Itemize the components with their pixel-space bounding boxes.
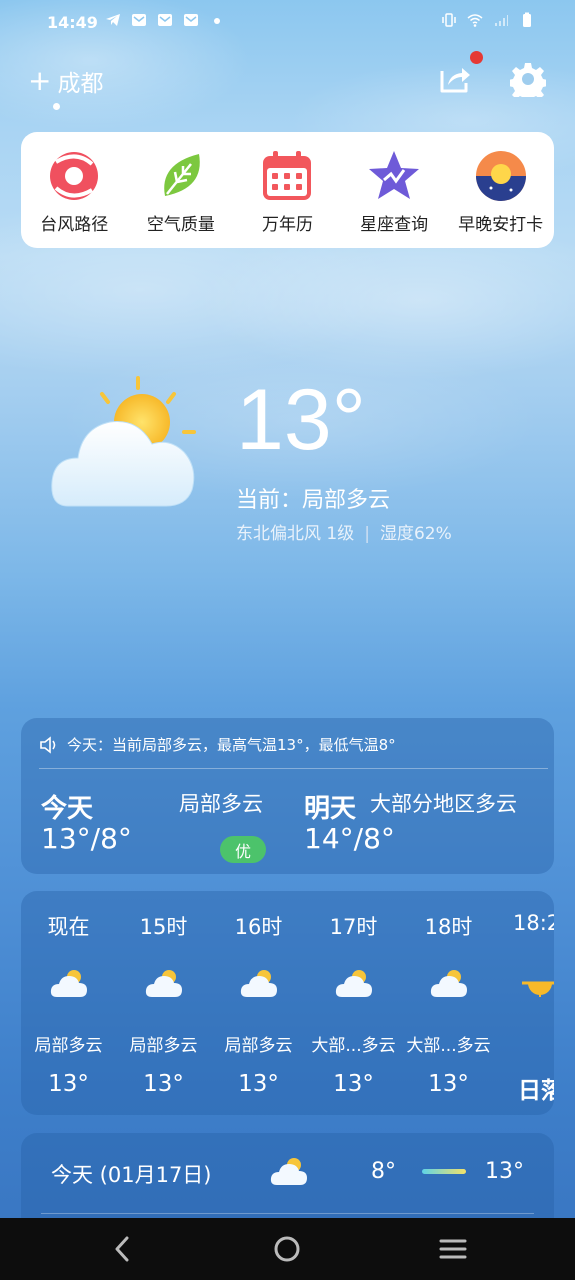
quick-link-calendar[interactable]: 万年历 [234,148,340,235]
forecast-summary-card[interactable]: 今天：当前局部多云，最高气温13°，最低气温8° 今天 13°/8° 局部多云 … [21,718,554,874]
hour-condition: 局部多云 [224,1036,293,1056]
dot-icon [214,18,220,24]
announcement-text: 今天：当前局部多云，最高气温13°，最低气温8° [67,736,396,754]
divider: | [364,524,370,544]
hour-condition: 大部...多云 [406,1036,491,1056]
humidity-text: 湿度62% [379,524,452,544]
hour-time: 17时 [329,915,378,939]
divider [39,768,548,769]
temperature-range-bar [422,1169,466,1174]
vibrate-icon [442,13,456,27]
partly-cloudy-icon [240,970,277,997]
menu-icon[interactable] [438,1234,468,1264]
partly-cloudy-icon [145,970,182,997]
sunrise-icon [475,151,526,201]
city-selector[interactable]: + 成都 [28,64,103,98]
wifi-icon [467,14,483,27]
today-condition: 局部多云 [179,792,263,816]
partly-cloudy-icon [270,1158,307,1185]
status-time: 14:49 [47,13,98,32]
navigation-bar [0,1218,575,1280]
quick-link-label: 万年历 [261,215,313,235]
tomorrow-label: 明天 [304,794,357,824]
add-city-icon[interactable]: + [28,67,51,95]
hourly-forecast-card[interactable]: 现在 局部多云 13° 15时 局部多云 13° 16时 局部多云 13° 17… [21,891,554,1115]
gear-icon[interactable] [510,61,546,97]
sunset-icon [522,981,554,997]
hour-time: 18时 [424,915,473,939]
daily-low: 8° [371,1159,396,1184]
daily-date: 今天 (01月17日) [51,1163,212,1187]
today-label: 今天 [41,794,94,824]
page-indicator-dot [53,103,60,110]
back-icon[interactable] [107,1234,137,1264]
hour-temp: 13° [238,1071,279,1097]
hour-temp: 13° [333,1071,374,1097]
wind-text: 东北偏北风 1级 [236,524,355,544]
speaker-icon[interactable] [39,735,59,754]
partly-cloudy-icon [430,970,467,997]
signal-icon [495,15,508,26]
hour-time: 16时 [234,915,283,939]
quick-link-label: 台风路径 [40,215,109,235]
city-name: 成都 [57,71,104,97]
hour-condition: 大部...多云 [311,1036,396,1056]
tomorrow-range: 14°/8° [304,822,395,855]
quick-link-air-quality[interactable]: 空气质量 [128,148,234,235]
wind-humidity: 东北偏北风 1级 | 湿度62% [236,519,452,544]
quick-links-card: 台风路径 空气质量 万年历 星座查询 早晚安打卡 [21,132,554,248]
hour-time: 现在 [47,915,90,939]
divider [41,1213,534,1214]
hour-condition: 局部多云 [34,1036,103,1056]
quick-link-label: 星座查询 [360,215,429,235]
partly-cloudy-icon [51,376,196,507]
hour-time: 15时 [139,915,188,939]
daily-high: 13° [485,1159,524,1184]
tomorrow-condition: 大部分地区多云 [370,792,517,816]
hour-temp: 13° [428,1071,469,1097]
today-range: 13°/8° [41,822,132,855]
telegram-icon [106,14,120,26]
current-condition: 当前：局部多云 [236,488,391,513]
aqi-badge: 优 [220,836,266,863]
hour-temp: 13° [143,1071,184,1097]
home-icon[interactable] [272,1234,302,1264]
quick-link-label: 早晚安打卡 [458,215,544,235]
partly-cloudy-icon [335,970,372,997]
quick-link-typhoon[interactable]: 台风路径 [21,148,127,235]
typhoon-icon [50,152,99,200]
quick-link-label: 空气质量 [146,215,215,235]
hour-condition: 局部多云 [129,1036,198,1056]
notification-badge [470,51,483,64]
mail-icon [184,14,198,26]
star-icon [369,151,420,199]
quick-link-horoscope[interactable]: 星座查询 [341,148,447,235]
share-icon[interactable] [436,61,472,97]
mail-icon [158,14,172,26]
battery-icon [523,12,531,27]
quick-link-checkin[interactable]: 早晚安打卡 [448,148,554,235]
status-bar: 14:49 [0,0,575,46]
mail-icon [132,14,146,26]
current-temperature: 13° [236,372,367,468]
hour-temp: 日落 [518,1078,554,1104]
sky-background [0,0,575,700]
calendar-icon [263,151,312,200]
hour-time: 18:2 [513,911,554,935]
voice-announcement[interactable]: 今天：当前局部多云，最高气温13°，最低气温8° [39,734,396,755]
hour-temp: 13° [48,1071,89,1097]
partly-cloudy-icon [50,970,87,997]
leaf-icon [164,154,200,196]
